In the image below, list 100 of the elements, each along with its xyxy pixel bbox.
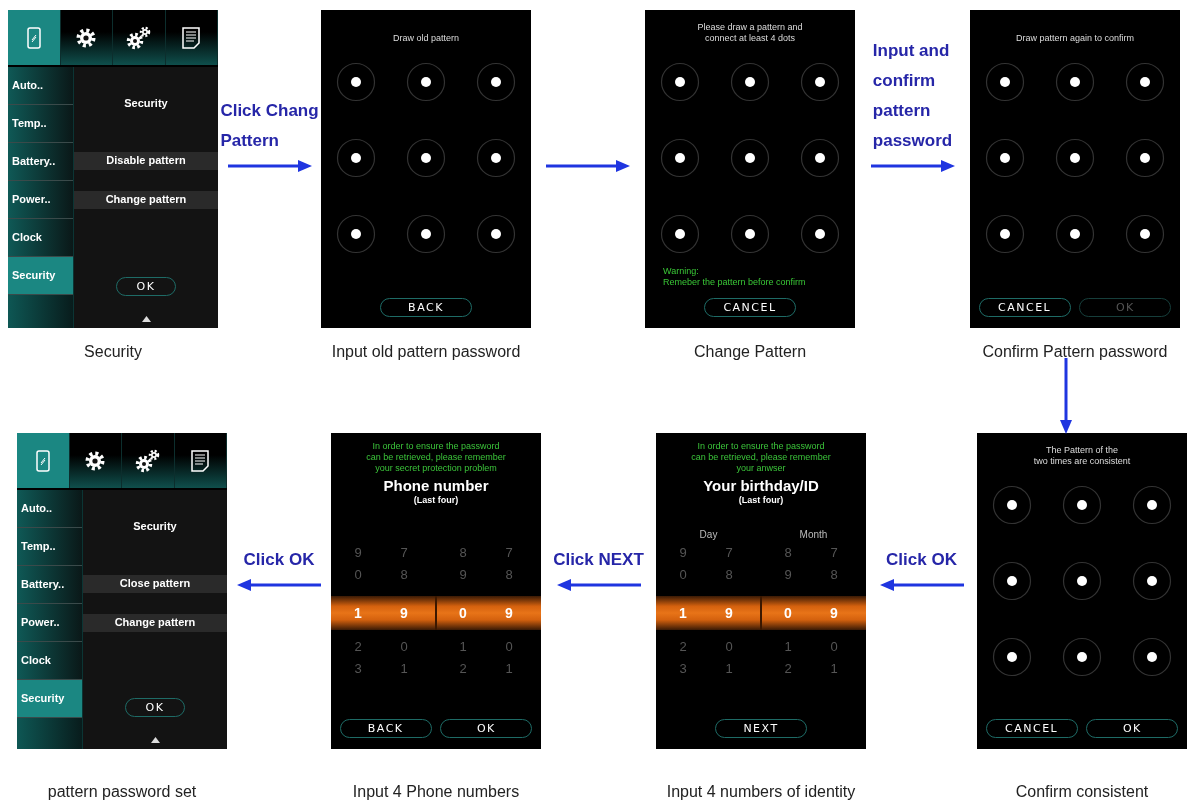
selected-digit[interactable]: 1 (656, 602, 710, 624)
pattern-dot[interactable] (985, 214, 1025, 254)
pattern-dot[interactable] (406, 214, 446, 254)
wheel-digit[interactable]: 2 (761, 658, 815, 680)
pattern-dot[interactable] (1062, 485, 1102, 525)
pattern-dot[interactable] (992, 561, 1032, 601)
pattern-dot[interactable] (800, 138, 840, 178)
wheel-digit[interactable]: 9 (436, 564, 490, 586)
menu-option[interactable]: Disable pattern (74, 151, 218, 170)
wheel-digit[interactable]: 2 (331, 636, 385, 658)
arrow-label: Click OK (243, 549, 315, 571)
pattern-dot[interactable] (406, 62, 446, 102)
pattern-dot[interactable] (660, 62, 700, 102)
wheel-digit[interactable]: 7 (710, 542, 748, 564)
wheel-digit[interactable]: 8 (490, 564, 528, 586)
pattern-dot[interactable] (476, 138, 516, 178)
selected-digit[interactable]: 9 (490, 602, 528, 624)
tab[interactable] (69, 433, 122, 488)
wheel-digit[interactable]: 9 (331, 542, 385, 564)
menu-option[interactable]: Change pattern (74, 190, 218, 209)
wheel-digit[interactable]: 7 (385, 542, 423, 564)
wheel-digit[interactable]: 9 (761, 564, 815, 586)
wheel-digit[interactable]: 8 (710, 564, 748, 586)
tab[interactable] (165, 10, 218, 65)
selected-digit[interactable]: 0 (436, 602, 490, 624)
sidebar-item[interactable]: Temp.. (8, 105, 73, 143)
pattern-dot[interactable] (1062, 561, 1102, 601)
sidebar-item[interactable]: Temp.. (17, 528, 82, 566)
wheel-digit[interactable]: 7 (815, 542, 853, 564)
pattern-dot[interactable] (730, 214, 770, 254)
tab[interactable] (174, 433, 227, 488)
tab[interactable] (113, 10, 166, 65)
pattern-dot[interactable] (730, 62, 770, 102)
tab[interactable] (60, 10, 113, 65)
sidebar-item[interactable]: Security (17, 680, 82, 718)
pattern-dot[interactable] (800, 62, 840, 102)
selected-digit[interactable]: 0 (761, 602, 815, 624)
selected-digit[interactable]: 1 (331, 602, 385, 624)
sidebar-item[interactable]: Auto.. (8, 67, 73, 105)
wheel-digit[interactable]: 0 (710, 636, 748, 658)
wheel-digit[interactable]: 8 (761, 542, 815, 564)
wheel-digit[interactable]: 8 (385, 564, 423, 586)
sidebar-item[interactable]: Power.. (8, 181, 73, 219)
sidebar-item[interactable]: Battery.. (17, 566, 82, 604)
wheel-digit[interactable]: 0 (385, 636, 423, 658)
wheel-digit[interactable]: 8 (436, 542, 490, 564)
pattern-dot[interactable] (1132, 561, 1172, 601)
sidebar-item[interactable]: Security (8, 257, 73, 295)
selected-digit[interactable]: 9 (385, 602, 423, 624)
wheel-digit[interactable]: 3 (656, 658, 710, 680)
menu-option[interactable]: Change pattern (83, 613, 227, 632)
menu-option[interactable]: Close pattern (83, 574, 227, 593)
pattern-dot[interactable] (336, 214, 376, 254)
sidebar-item[interactable]: Clock (17, 642, 82, 680)
wheel-digit[interactable]: 8 (815, 564, 853, 586)
tab[interactable] (122, 433, 175, 488)
pattern-dot[interactable] (1055, 62, 1095, 102)
pattern-dot[interactable] (992, 637, 1032, 677)
wheel-digit[interactable]: 1 (436, 636, 490, 658)
pattern-dot[interactable] (800, 214, 840, 254)
gears-icon (134, 448, 161, 473)
wheel-digit[interactable]: 0 (331, 564, 385, 586)
wheel-digit[interactable]: 7 (490, 542, 528, 564)
wheel-digit[interactable]: 1 (815, 658, 853, 680)
pattern-dot[interactable] (660, 138, 700, 178)
wheel-digit[interactable]: 1 (761, 636, 815, 658)
sidebar-item[interactable]: Power.. (17, 604, 82, 642)
pattern-dot[interactable] (1132, 637, 1172, 677)
sidebar-item[interactable]: Battery.. (8, 143, 73, 181)
pattern-dot[interactable] (985, 62, 1025, 102)
pattern-dot[interactable] (1125, 138, 1165, 178)
pattern-dot[interactable] (476, 62, 516, 102)
wheel-digit[interactable]: 0 (490, 636, 528, 658)
pattern-dot[interactable] (730, 138, 770, 178)
pattern-dot[interactable] (336, 138, 376, 178)
pattern-dot[interactable] (985, 138, 1025, 178)
pattern-dot[interactable] (1062, 637, 1102, 677)
pattern-dot[interactable] (1125, 62, 1165, 102)
pattern-dot[interactable] (406, 138, 446, 178)
sidebar-item[interactable]: Auto.. (17, 490, 82, 528)
wheel-digit[interactable]: 9 (656, 542, 710, 564)
pattern-dot[interactable] (660, 214, 700, 254)
wheel-digit[interactable]: 0 (815, 636, 853, 658)
wheel-digit[interactable]: 2 (656, 636, 710, 658)
wheel-digit[interactable]: 2 (436, 658, 490, 680)
wheel-digit[interactable]: 3 (331, 658, 385, 680)
sidebar-item[interactable]: Clock (8, 219, 73, 257)
selected-digit[interactable]: 9 (815, 602, 853, 624)
wheel-digit[interactable]: 1 (385, 658, 423, 680)
pattern-dot[interactable] (1055, 138, 1095, 178)
wheel-digit[interactable]: 1 (490, 658, 528, 680)
selected-digit[interactable]: 9 (710, 602, 748, 624)
pattern-dot[interactable] (992, 485, 1032, 525)
pattern-dot[interactable] (336, 62, 376, 102)
wheel-digit[interactable]: 0 (656, 564, 710, 586)
wheel-digit[interactable]: 1 (710, 658, 748, 680)
pattern-dot[interactable] (1125, 214, 1165, 254)
pattern-dot[interactable] (1055, 214, 1095, 254)
pattern-dot[interactable] (1132, 485, 1172, 525)
pattern-dot[interactable] (476, 214, 516, 254)
